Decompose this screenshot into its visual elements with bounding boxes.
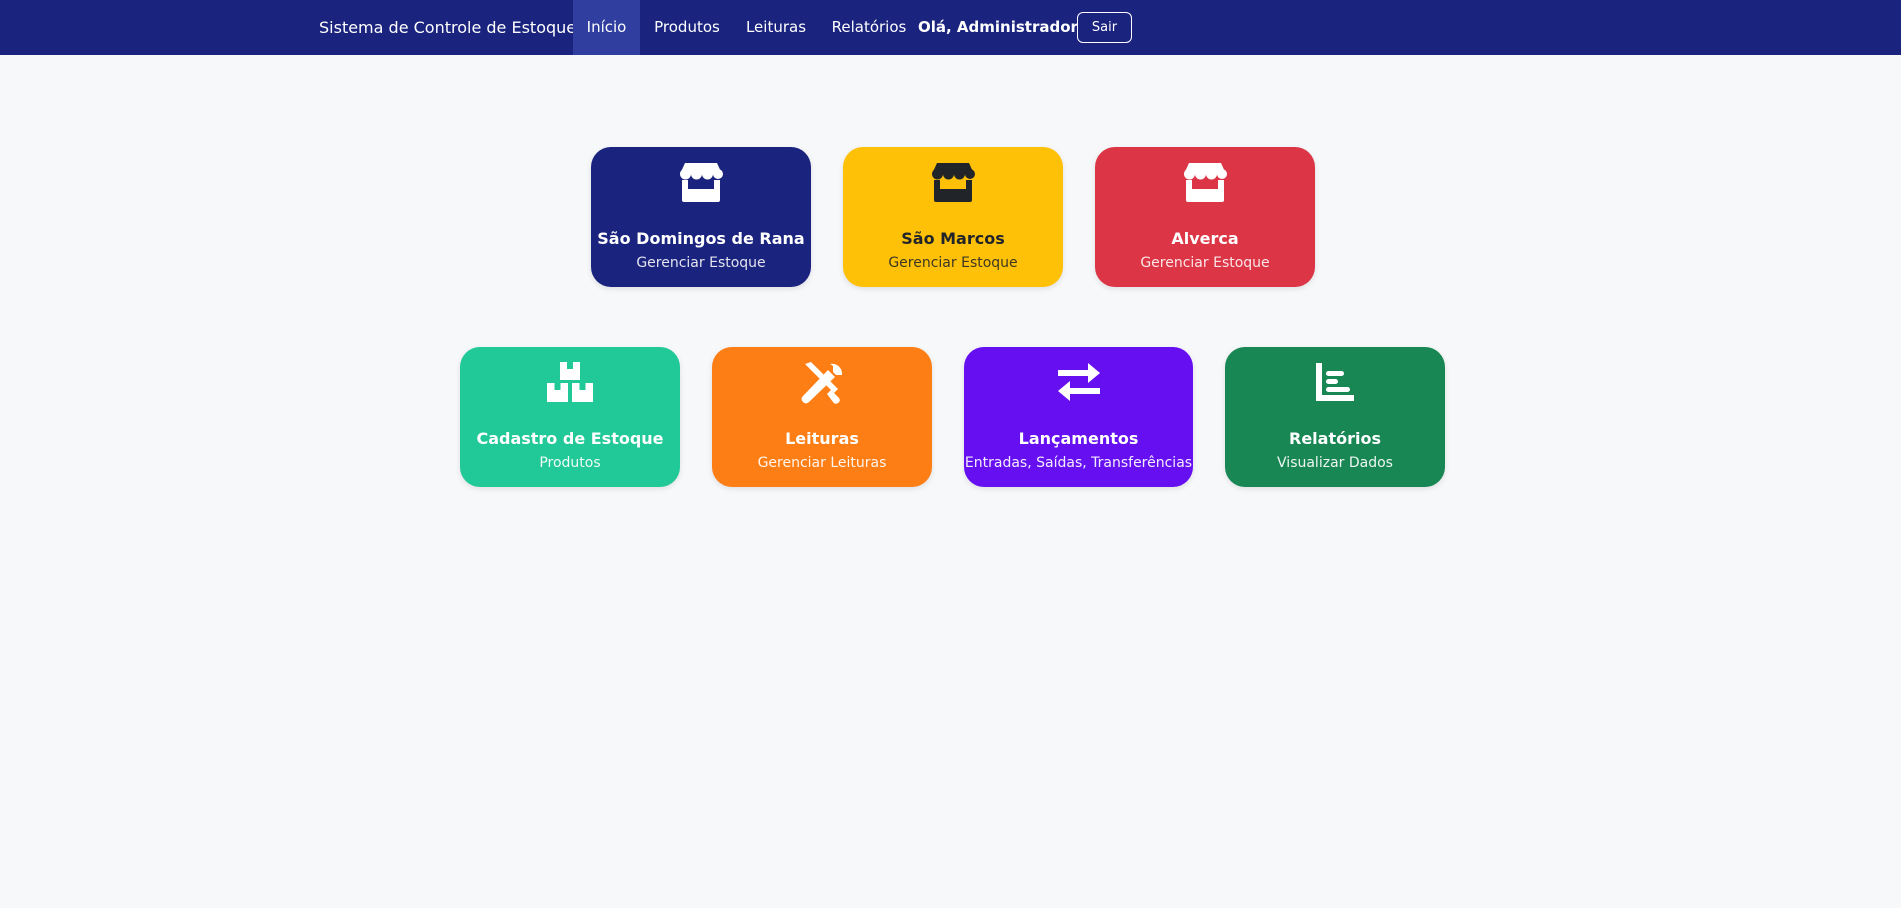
store-icon bbox=[843, 161, 1063, 207]
store-card-title: Alverca bbox=[1171, 229, 1239, 248]
module-card-subtitle: Gerenciar Leituras bbox=[757, 455, 887, 471]
boxes-icon bbox=[460, 361, 680, 407]
module-card-leituras[interactable]: Leituras Gerenciar Leituras bbox=[712, 347, 932, 487]
brand-title[interactable]: Sistema de Controle de Estoque bbox=[319, 0, 576, 55]
nav-item-produtos[interactable]: Produtos bbox=[642, 0, 732, 55]
nav-item-leituras[interactable]: Leituras bbox=[735, 0, 817, 55]
nav-item-relatorios[interactable]: Relatórios bbox=[826, 0, 912, 55]
module-card-lancamentos[interactable]: Lançamentos Entradas, Saídas, Transferên… bbox=[964, 347, 1193, 487]
module-card-subtitle: Entradas, Saídas, Transferências bbox=[964, 455, 1193, 471]
store-card-sao-domingos-de-rana[interactable]: São Domingos de Rana Gerenciar Estoque bbox=[591, 147, 811, 287]
module-card-title: Cadastro de Estoque bbox=[476, 429, 664, 448]
module-card-subtitle: Produtos bbox=[539, 455, 601, 471]
store-icon bbox=[1095, 161, 1315, 207]
store-card-subtitle: Gerenciar Estoque bbox=[636, 255, 766, 271]
module-card-title: Lançamentos bbox=[1018, 429, 1139, 448]
logout-button[interactable]: Sair bbox=[1077, 12, 1132, 43]
store-card-sao-marcos[interactable]: São Marcos Gerenciar Estoque bbox=[843, 147, 1063, 287]
module-card-cadastro-de-estoque[interactable]: Cadastro de Estoque Produtos bbox=[460, 347, 680, 487]
store-card-subtitle: Gerenciar Estoque bbox=[1140, 255, 1270, 271]
module-card-title: Relatórios bbox=[1289, 429, 1381, 448]
nav-item-inicio[interactable]: Início bbox=[573, 0, 640, 55]
store-card-title: São Domingos de Rana bbox=[597, 229, 805, 248]
module-card-relatorios[interactable]: Relatórios Visualizar Dados bbox=[1225, 347, 1445, 487]
store-card-subtitle: Gerenciar Estoque bbox=[888, 255, 1018, 271]
navbar: Sistema de Controle de Estoque Início Pr… bbox=[0, 0, 1901, 55]
store-icon bbox=[591, 161, 811, 207]
module-card-title: Leituras bbox=[785, 429, 859, 448]
user-greeting: Olá, Administrador bbox=[918, 18, 1078, 36]
tools-icon bbox=[712, 361, 932, 407]
store-card-title: São Marcos bbox=[901, 229, 1005, 248]
module-card-subtitle: Visualizar Dados bbox=[1277, 455, 1393, 471]
exchange-icon bbox=[964, 361, 1193, 407]
chart-icon bbox=[1225, 361, 1445, 407]
store-card-alverca[interactable]: Alverca Gerenciar Estoque bbox=[1095, 147, 1315, 287]
